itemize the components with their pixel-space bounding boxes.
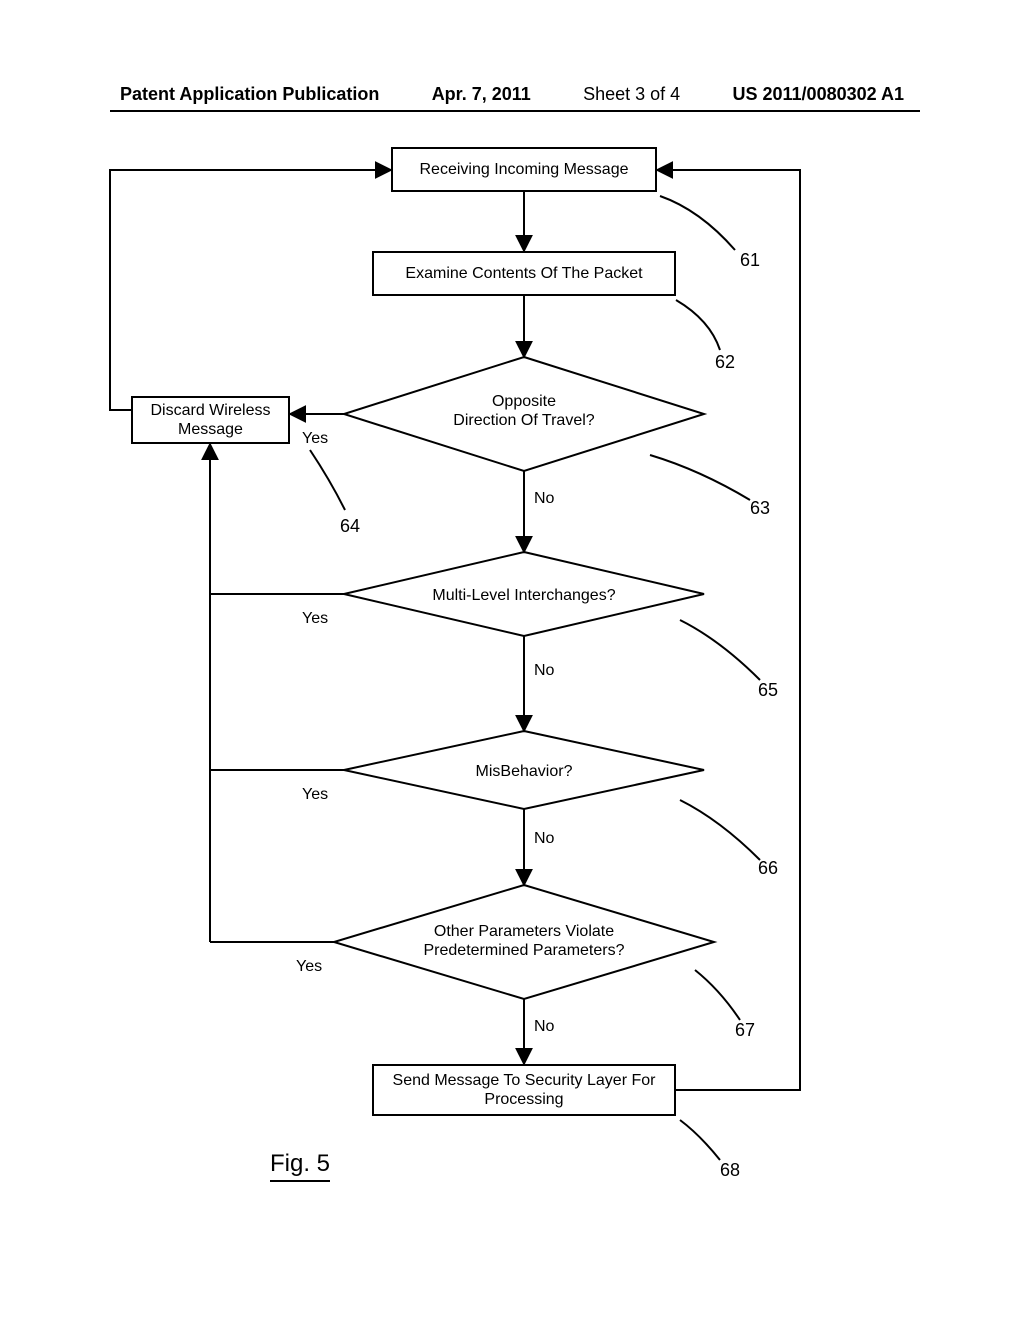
node-examine-contents: Examine Contents Of The Packet xyxy=(372,251,676,296)
ref-61: 61 xyxy=(740,250,760,271)
edge-no-63: No xyxy=(534,490,554,508)
ref-62: 62 xyxy=(715,352,735,373)
node-discard-wireless-message: Discard Wireless Message xyxy=(131,396,290,444)
ref-65: 65 xyxy=(758,680,778,701)
ref-64: 64 xyxy=(340,516,360,537)
decision-other-parameters xyxy=(334,885,714,999)
publication-date: Apr. 7, 2011 xyxy=(432,84,531,105)
decision-66-text: MisBehavior? xyxy=(476,763,573,780)
edge-yes-66: Yes xyxy=(302,786,328,804)
node-send-to-security-layer: Send Message To Security Layer For Proce… xyxy=(372,1064,676,1116)
ref-67: 67 xyxy=(735,1020,755,1041)
ref-66: 66 xyxy=(758,858,778,879)
publication-label: Patent Application Publication xyxy=(120,84,379,105)
decision-misbehavior xyxy=(344,731,704,809)
decision-65-text: Multi-Level Interchanges? xyxy=(432,587,615,604)
edge-yes-65: Yes xyxy=(302,610,328,628)
edge-no-66: No xyxy=(534,830,554,848)
edge-no-67: No xyxy=(534,1018,554,1036)
edge-yes-67: Yes xyxy=(296,958,322,976)
decision-63-line2: Direction Of Travel? xyxy=(453,412,594,429)
ref-63: 63 xyxy=(750,498,770,519)
node-receiving-incoming-message: Receiving Incoming Message xyxy=(391,147,657,192)
ref-68: 68 xyxy=(720,1160,740,1181)
decision-opposite-direction xyxy=(344,357,704,471)
publication-number: US 2011/0080302 A1 xyxy=(733,84,904,105)
sheet-number: Sheet 3 of 4 xyxy=(583,84,680,105)
decision-63-line1: Opposite xyxy=(492,393,556,410)
flowchart-svg: Opposite Direction Of Travel? Multi-Leve… xyxy=(0,0,1024,1320)
decision-67-line1: Other Parameters Violate xyxy=(434,923,614,940)
figure-label: Fig. 5 xyxy=(270,1150,330,1182)
edge-no-65: No xyxy=(534,662,554,680)
header-rule xyxy=(110,110,920,112)
page-header: Patent Application Publication Apr. 7, 2… xyxy=(0,84,1024,105)
edge-yes-63: Yes xyxy=(302,430,328,448)
decision-multi-level-interchanges xyxy=(344,552,704,636)
decision-67-line2: Predetermined Parameters? xyxy=(424,942,625,959)
page-root: Patent Application Publication Apr. 7, 2… xyxy=(0,0,1024,1320)
